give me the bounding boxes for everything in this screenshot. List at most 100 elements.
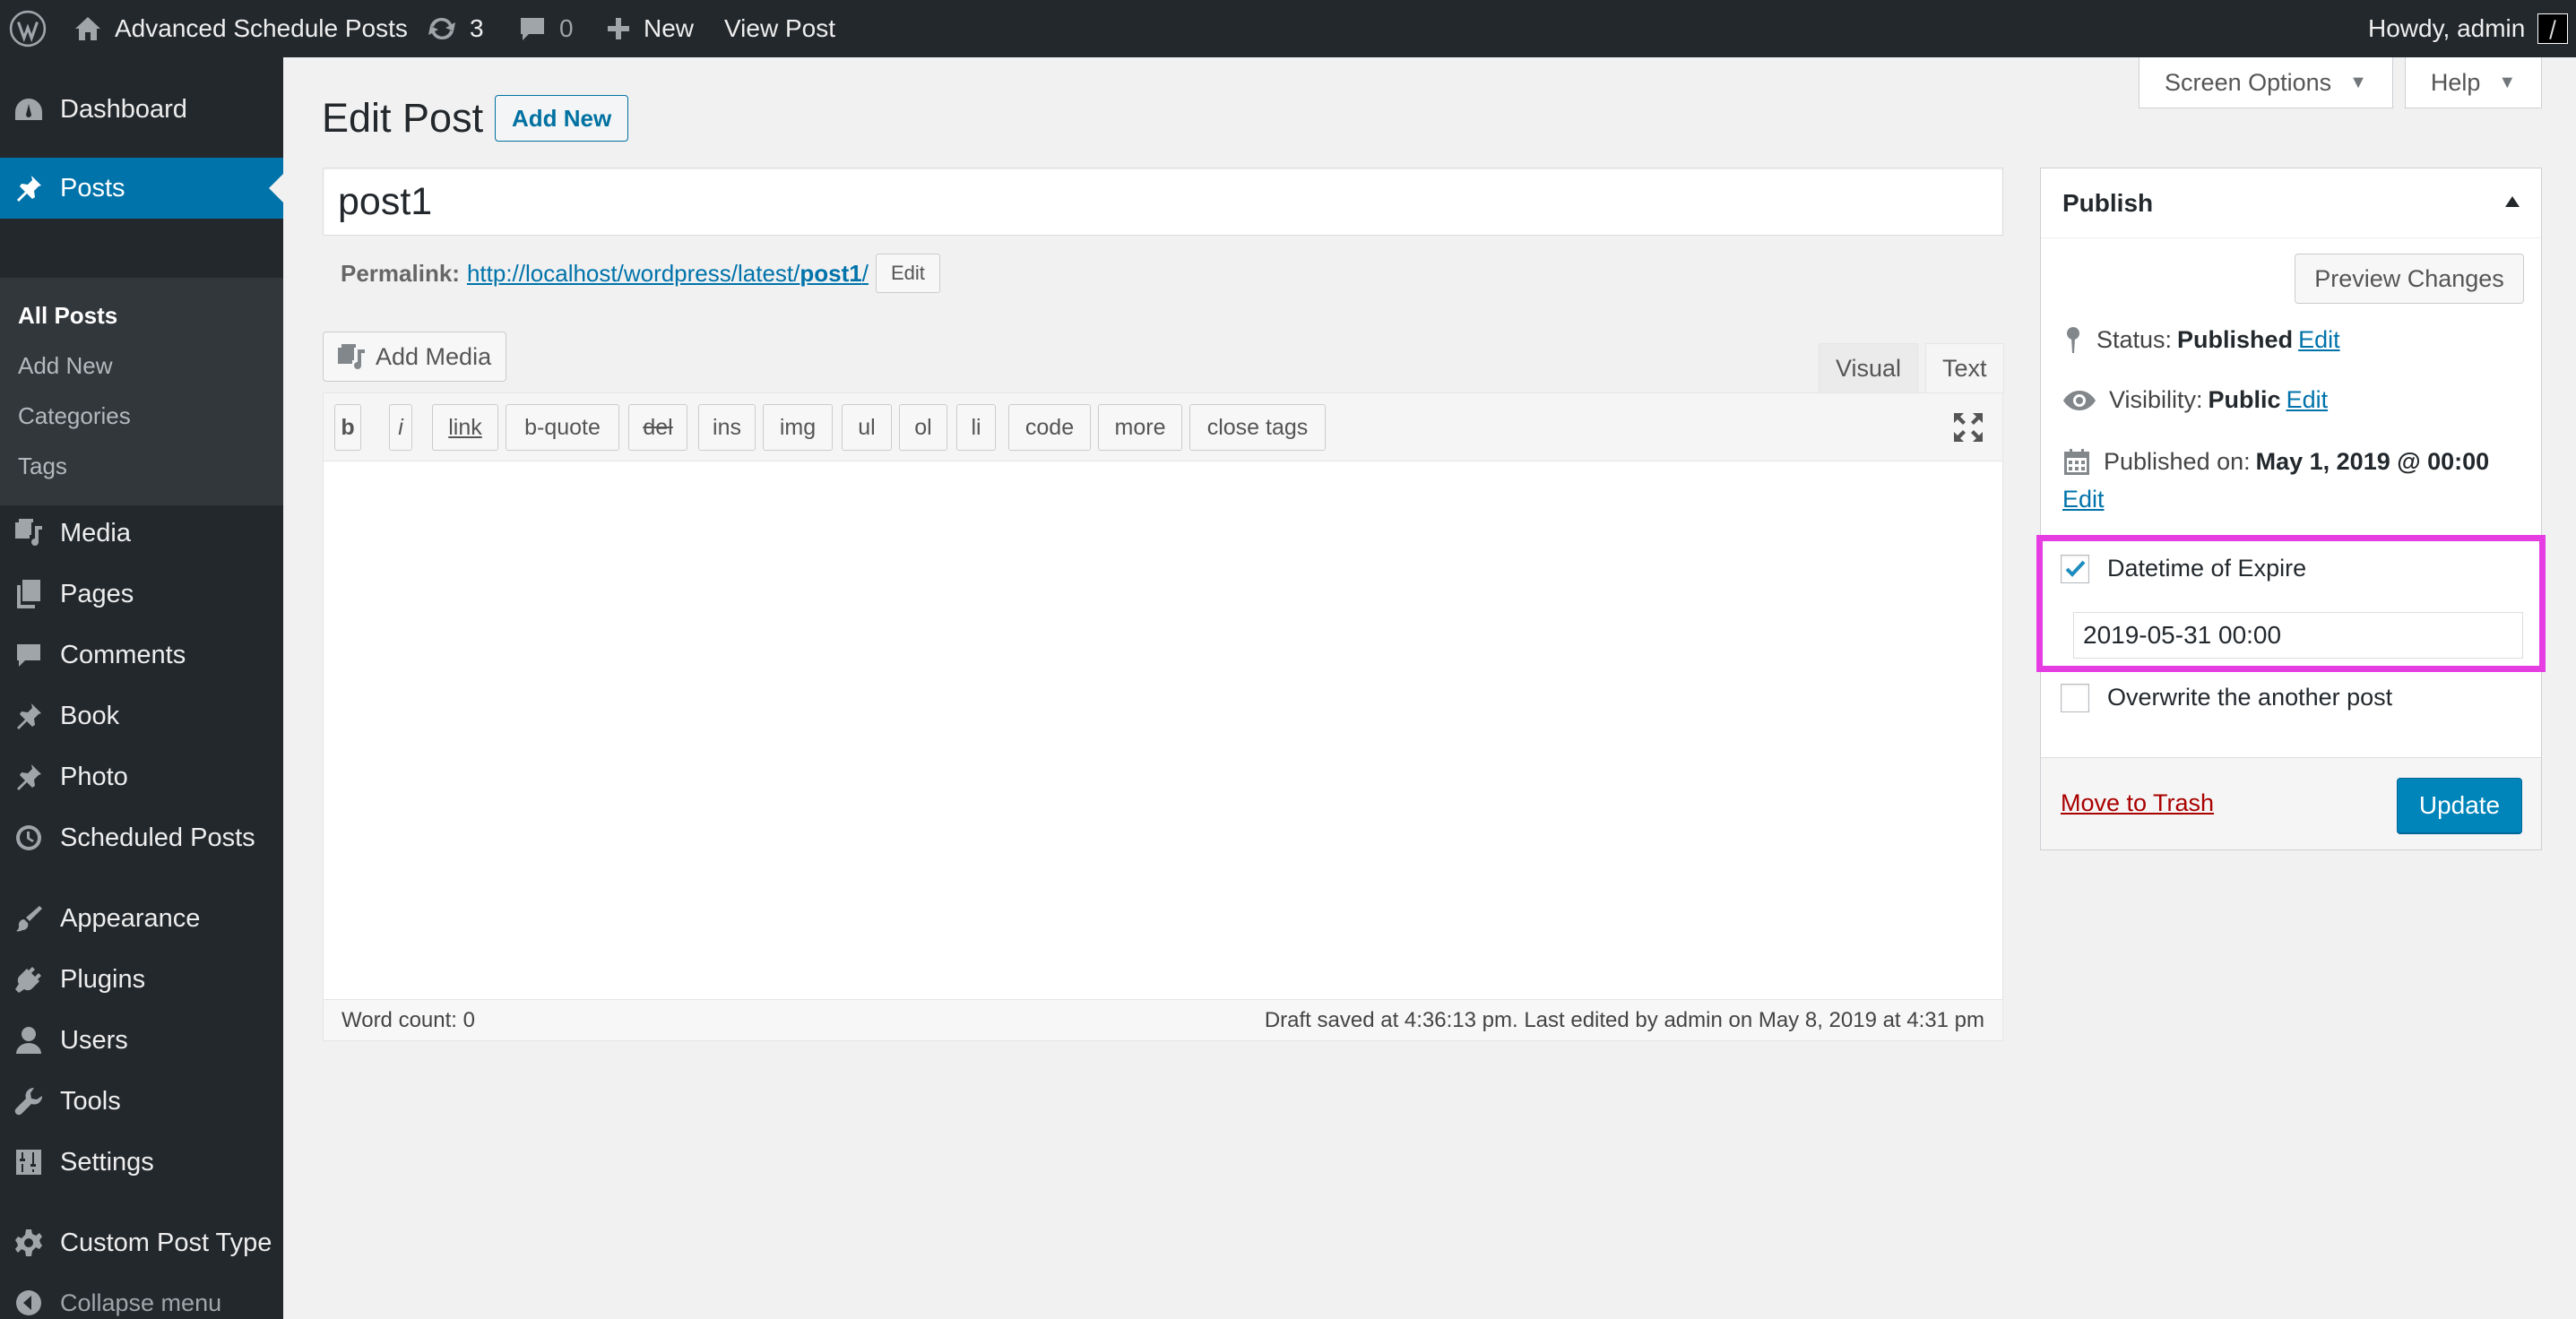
howdy-account-link[interactable]: Howdy, admin bbox=[2368, 0, 2569, 57]
sidebar-item-pages[interactable]: Pages bbox=[0, 564, 283, 625]
sidebar-item-label: Photo bbox=[60, 762, 128, 791]
howdy-text: Howdy, admin bbox=[2368, 14, 2526, 42]
qt-ul-button[interactable]: ul bbox=[842, 404, 892, 451]
submenu-all-posts[interactable]: All Posts bbox=[18, 302, 117, 330]
permalink-slug: post1 bbox=[800, 259, 862, 287]
collapse-toggle-icon[interactable] bbox=[2503, 194, 2521, 209]
comments-link[interactable]: 0 bbox=[518, 0, 574, 57]
admin-bar: Advanced Schedule Posts 3 0 New View Pos… bbox=[0, 0, 2576, 57]
qt-bquote-button[interactable]: b-quote bbox=[506, 404, 619, 451]
sidebar-item-appearance[interactable]: Appearance bbox=[0, 888, 283, 949]
visibility-edit-link[interactable]: Edit bbox=[2286, 386, 2329, 414]
tab-visual[interactable]: Visual bbox=[1819, 343, 1918, 393]
help-button[interactable]: Help ▼ bbox=[2405, 57, 2542, 108]
permalink-base: http://localhost/wordpress/latest/ bbox=[466, 259, 800, 287]
publish-box: Publish Preview Changes Status: Publishe… bbox=[2036, 168, 2546, 850]
qt-link-button[interactable]: link bbox=[432, 404, 498, 451]
overwrite-post-checkbox[interactable] bbox=[2061, 684, 2089, 712]
sidebar-item-scheduled-posts[interactable]: Scheduled Posts bbox=[0, 807, 283, 868]
collapse-menu-button[interactable]: Collapse menu bbox=[0, 1272, 283, 1319]
status-row: Status: Published Edit bbox=[2062, 325, 2340, 354]
distraction-free-icon[interactable] bbox=[1950, 409, 1986, 445]
page-title: Edit Post bbox=[322, 95, 484, 141]
sidebar-item-book[interactable]: Book bbox=[0, 685, 283, 746]
qt-more-button[interactable]: more bbox=[1098, 404, 1182, 451]
settings-icon bbox=[13, 1146, 45, 1178]
calendar-icon bbox=[2062, 447, 2104, 476]
screen-options-label: Screen Options bbox=[2165, 68, 2332, 96]
submenu-add-new[interactable]: Add New bbox=[18, 352, 113, 380]
comment-icon bbox=[518, 15, 547, 42]
datetime-expire-checkbox[interactable] bbox=[2061, 555, 2089, 583]
qt-ins-button[interactable]: ins bbox=[698, 404, 756, 451]
add-new-button[interactable]: Add New bbox=[495, 95, 629, 142]
published-on-edit-row: Edit bbox=[2062, 486, 2105, 513]
sidebar-item-comments[interactable]: Comments bbox=[0, 625, 283, 685]
submenu-categories[interactable]: Categories bbox=[18, 402, 131, 430]
qt-bold-button[interactable]: b bbox=[334, 404, 361, 451]
pin-icon bbox=[13, 172, 45, 204]
wrench-icon bbox=[13, 1085, 45, 1117]
sidebar-item-label: Appearance bbox=[60, 903, 201, 933]
site-name-link[interactable]: Advanced Schedule Posts bbox=[73, 0, 408, 57]
view-post-link[interactable]: View Post bbox=[724, 0, 835, 57]
permalink-edit-button[interactable]: Edit bbox=[875, 254, 940, 293]
submenu-tags[interactable]: Tags bbox=[18, 453, 67, 480]
qt-close-tags-button[interactable]: close tags bbox=[1189, 404, 1326, 451]
sidebar-item-label: Dashboard bbox=[60, 94, 187, 124]
eye-icon bbox=[2062, 389, 2109, 412]
sidebar-item-tools[interactable]: Tools bbox=[0, 1071, 283, 1132]
pin-icon bbox=[2062, 325, 2096, 354]
publish-box-header[interactable]: Publish bbox=[2041, 168, 2541, 238]
status-edit-link[interactable]: Edit bbox=[2298, 326, 2340, 354]
sidebar-item-label: Posts bbox=[60, 173, 125, 203]
sidebar-item-label: Tools bbox=[60, 1086, 121, 1116]
sidebar-item-posts[interactable]: Posts bbox=[0, 158, 283, 219]
qt-italic-button[interactable]: i bbox=[389, 404, 412, 451]
status-value: Published bbox=[2177, 325, 2294, 353]
sidebar-item-custom-post-type[interactable]: Custom Post Type bbox=[0, 1212, 283, 1273]
datetime-expire-input[interactable] bbox=[2073, 612, 2523, 659]
sidebar-item-media[interactable]: Media bbox=[0, 503, 283, 564]
visibility-label: Visibility: bbox=[2109, 386, 2203, 413]
permalink-label: Permalink: bbox=[341, 259, 460, 287]
qt-code-button[interactable]: code bbox=[1008, 404, 1091, 451]
caret-down-icon: ▼ bbox=[2498, 72, 2517, 92]
updates-link[interactable]: 3 bbox=[427, 0, 484, 57]
move-to-trash-link[interactable]: Move to Trash bbox=[2061, 789, 2214, 817]
home-icon bbox=[73, 15, 102, 42]
sidebar-item-settings[interactable]: Settings bbox=[0, 1132, 283, 1193]
clock-icon bbox=[13, 822, 45, 854]
preview-changes-button[interactable]: Preview Changes bbox=[2295, 254, 2524, 304]
dashboard-icon bbox=[13, 93, 45, 125]
qt-del-button[interactable]: del bbox=[628, 404, 687, 451]
add-media-label: Add Media bbox=[376, 342, 492, 370]
qt-ol-button[interactable]: ol bbox=[899, 404, 947, 451]
sidebar-item-users[interactable]: Users bbox=[0, 1010, 283, 1071]
sidebar-item-dashboard[interactable]: Dashboard bbox=[0, 79, 283, 140]
published-on-edit-link[interactable]: Edit bbox=[2062, 486, 2105, 513]
help-label: Help bbox=[2430, 68, 2481, 96]
overwrite-post-label: Overwrite the another post bbox=[2107, 684, 2393, 711]
sidebar-item-plugins[interactable]: Plugins bbox=[0, 949, 283, 1010]
add-media-button[interactable]: Add Media bbox=[323, 332, 507, 382]
permalink-link[interactable]: http://localhost/wordpress/latest/post1/ bbox=[467, 260, 869, 288]
update-button[interactable]: Update bbox=[2397, 778, 2522, 833]
tab-text[interactable]: Text bbox=[1925, 343, 2004, 393]
screen-options-button[interactable]: Screen Options ▼ bbox=[2139, 57, 2393, 108]
qt-li-button[interactable]: li bbox=[956, 404, 996, 451]
avatar bbox=[2537, 13, 2569, 44]
post-title-input[interactable] bbox=[323, 168, 2003, 236]
qt-img-button[interactable]: img bbox=[763, 404, 833, 451]
collapse-menu-label: Collapse menu bbox=[60, 1289, 222, 1316]
permalink-end: / bbox=[861, 259, 869, 287]
site-name: Advanced Schedule Posts bbox=[115, 14, 408, 42]
plus-icon bbox=[606, 16, 631, 41]
checkmark-icon bbox=[2062, 556, 2088, 582]
wordpress-logo-icon[interactable] bbox=[9, 0, 47, 57]
sidebar-item-label: Plugins bbox=[60, 964, 146, 994]
editor-status-bar: Word count: 0 Draft saved at 4:36:13 pm.… bbox=[324, 999, 2002, 1040]
comment-icon bbox=[13, 639, 45, 671]
new-content-link[interactable]: New bbox=[606, 0, 694, 57]
sidebar-item-photo[interactable]: Photo bbox=[0, 746, 283, 807]
